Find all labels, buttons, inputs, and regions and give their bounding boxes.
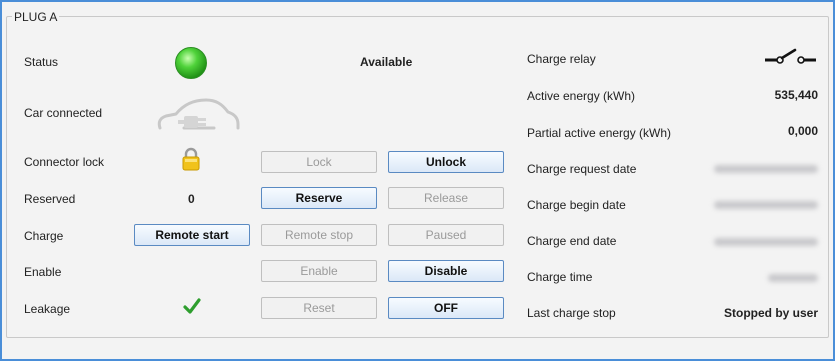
check-icon — [183, 298, 201, 317]
paused-button[interactable]: Paused — [388, 224, 504, 246]
enable-button[interactable]: Enable — [261, 260, 377, 282]
charge-label: Charge — [24, 229, 64, 243]
remote-stop-button[interactable]: Remote stop — [261, 224, 377, 246]
reserve-button[interactable]: Reserve — [261, 187, 377, 209]
reserved-value: 0 — [188, 192, 195, 206]
disable-button[interactable]: Disable — [388, 260, 504, 282]
partial-energy-value: 0,000 — [787, 124, 818, 138]
partial-energy-label: Partial active energy (kWh) — [527, 126, 672, 140]
plug-panel-frame: PLUG A Status Available Car connected Co… — [0, 0, 835, 361]
green-led-icon — [174, 46, 208, 83]
reserved-label: Reserved — [24, 192, 76, 206]
group-title: PLUG A — [12, 10, 60, 24]
status-label: Status — [24, 55, 59, 69]
enable-label: Enable — [24, 265, 62, 279]
charge-end-date-label: Charge end date — [527, 234, 617, 248]
status-value: Available — [360, 55, 413, 69]
off-button[interactable]: OFF — [388, 297, 504, 319]
charge-time-label: Charge time — [527, 270, 593, 284]
lock-button[interactable]: Lock — [261, 151, 377, 173]
car-plug-icon — [154, 92, 244, 141]
last-charge-stop-label: Last charge stop — [527, 306, 616, 320]
last-charge-stop-value: Stopped by user — [723, 306, 818, 320]
plug-a-groupbox — [6, 16, 829, 338]
charge-end-date-redacted — [714, 238, 818, 246]
padlock-icon — [181, 147, 201, 174]
car-connected-label: Car connected — [24, 106, 103, 120]
reset-button[interactable]: Reset — [261, 297, 377, 319]
remote-start-button[interactable]: Remote start — [134, 224, 250, 246]
connector-lock-label: Connector lock — [24, 155, 105, 169]
charge-request-date-redacted — [714, 165, 818, 173]
release-button[interactable]: Release — [388, 187, 504, 209]
charge-begin-date-redacted — [714, 201, 818, 209]
active-energy-label: Active energy (kWh) — [527, 89, 636, 103]
leakage-label: Leakage — [24, 302, 71, 316]
charge-request-date-label: Charge request date — [527, 162, 637, 176]
unlock-button[interactable]: Unlock — [388, 151, 504, 173]
relay-switch-icon — [764, 47, 818, 70]
active-energy-value: 535,440 — [774, 88, 818, 102]
charge-relay-label: Charge relay — [527, 52, 596, 66]
charge-begin-date-label: Charge begin date — [527, 198, 626, 212]
charge-time-redacted — [768, 274, 818, 282]
